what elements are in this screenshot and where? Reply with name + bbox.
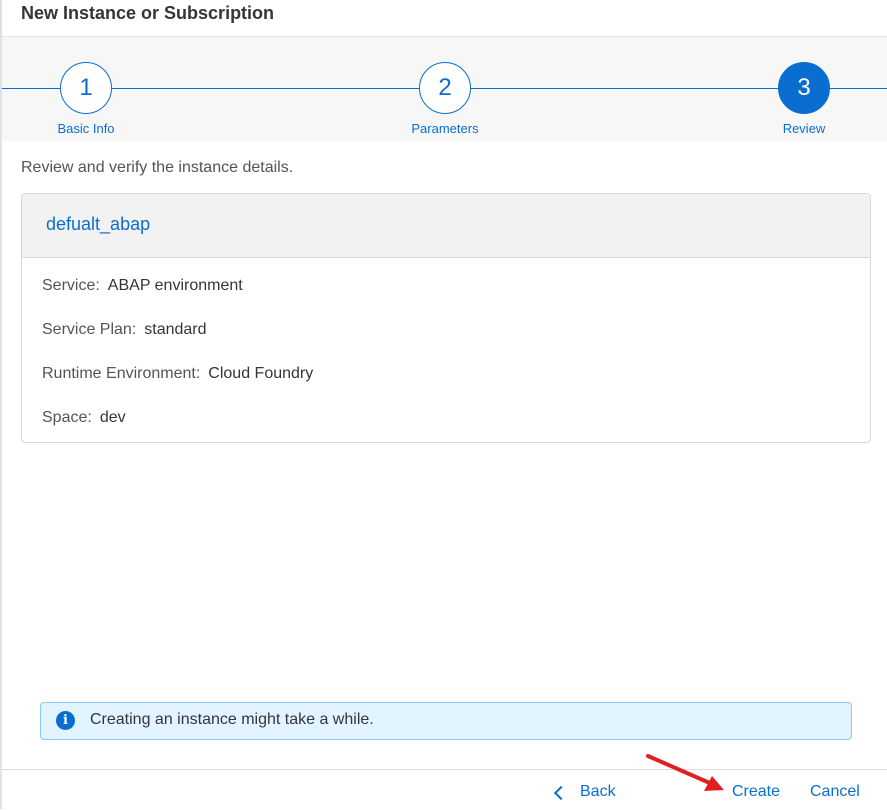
wizard-progress-bar: 1 Basic Info 2 Parameters 3 Review <box>2 37 887 141</box>
progress-line-1-2 <box>112 88 420 89</box>
detail-value: dev <box>99 409 126 426</box>
step-1-basic-info[interactable]: 1 <box>60 62 112 114</box>
detail-value: standard <box>144 321 207 338</box>
create-button[interactable]: Create <box>732 783 780 801</box>
progress-line-right <box>830 88 887 89</box>
dialog-title: New Instance or Subscription <box>21 3 275 23</box>
chevron-left-icon <box>553 785 569 800</box>
detail-row-service: Service: ABAP environment <box>42 277 243 295</box>
step-3-review[interactable]: 3 <box>778 62 830 114</box>
instance-name: defualt_abap <box>46 214 151 234</box>
step-1-label[interactable]: Basic Info <box>26 121 146 136</box>
info-message-text: Creating an instance might take a while. <box>90 711 374 728</box>
progress-line-2-3 <box>470 88 780 89</box>
new-instance-dialog: New Instance or Subscription 1 Basic Inf… <box>2 0 887 810</box>
back-button[interactable]: Back <box>553 783 616 801</box>
step-3-label[interactable]: Review <box>744 121 864 136</box>
review-intro-text: Review and verify the instance details. <box>21 159 294 176</box>
instance-details-header: defualt_abap <box>22 194 870 258</box>
detail-value: Cloud Foundry <box>208 365 314 382</box>
create-button-label: Create <box>732 783 781 800</box>
detail-row-runtime-environment: Runtime Environment: Cloud Foundry <box>42 365 313 383</box>
detail-label: Runtime Environment: <box>42 365 201 382</box>
detail-label: Service: <box>42 277 100 294</box>
detail-row-service-plan: Service Plan: standard <box>42 321 207 339</box>
info-icon: i <box>56 711 75 730</box>
detail-value: ABAP environment <box>107 277 243 294</box>
instance-details-panel: defualt_abap Service: ABAP environment Se… <box>21 193 871 443</box>
detail-row-space: Space: dev <box>42 409 126 427</box>
detail-label: Service Plan: <box>42 321 137 338</box>
dialog-footer: Back Create Cancel <box>2 769 887 810</box>
back-button-label: Back <box>580 783 616 800</box>
dialog-header: New Instance or Subscription <box>2 0 887 37</box>
step-2-parameters[interactable]: 2 <box>419 62 471 114</box>
step-2-label[interactable]: Parameters <box>385 121 505 136</box>
progress-line-left <box>2 88 62 89</box>
cancel-button[interactable]: Cancel <box>810 783 860 801</box>
info-message-strip: i Creating an instance might take a whil… <box>40 702 852 740</box>
cancel-button-label: Cancel <box>810 783 860 800</box>
detail-label: Space: <box>42 409 92 426</box>
